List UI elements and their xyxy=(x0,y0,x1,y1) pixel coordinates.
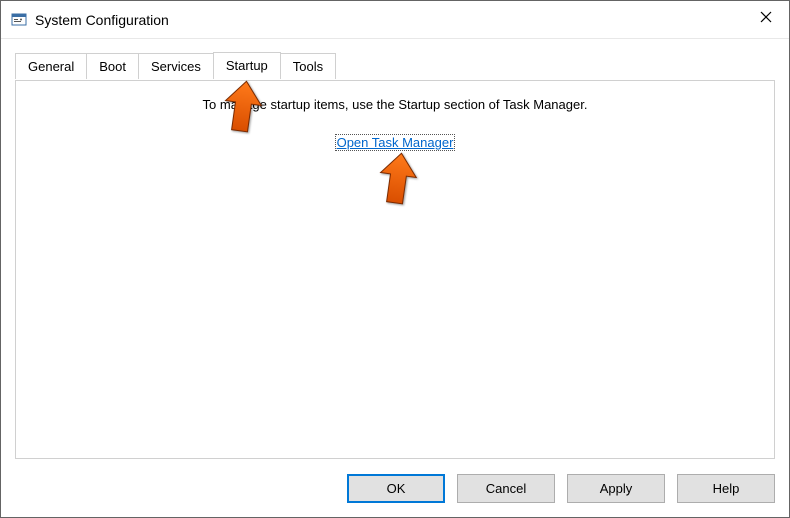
help-button[interactable]: Help xyxy=(677,474,775,503)
cancel-button-label: Cancel xyxy=(486,481,526,496)
dialog-button-row: OK Cancel Apply Help xyxy=(347,474,775,503)
tab-boot[interactable]: Boot xyxy=(86,53,139,79)
client-area: General Boot Services Startup Tools To m… xyxy=(15,53,775,459)
open-task-manager-link[interactable]: Open Task Manager xyxy=(335,134,456,151)
startup-panel-content: To manage startup items, use the Startup… xyxy=(16,97,774,151)
tab-services-label: Services xyxy=(151,59,201,74)
startup-instruction: To manage startup items, use the Startup… xyxy=(16,97,774,112)
apply-button[interactable]: Apply xyxy=(567,474,665,503)
tab-general-label: General xyxy=(28,59,74,74)
titlebar: System Configuration xyxy=(1,1,789,39)
ok-button-label: OK xyxy=(387,481,406,496)
tab-services[interactable]: Services xyxy=(138,53,214,79)
tab-panel-startup: To manage startup items, use the Startup… xyxy=(15,80,775,459)
help-button-label: Help xyxy=(713,481,740,496)
app-icon xyxy=(11,12,27,28)
tab-tools[interactable]: Tools xyxy=(280,53,336,79)
tab-startup-label: Startup xyxy=(226,58,268,73)
tab-boot-label: Boot xyxy=(99,59,126,74)
tab-general[interactable]: General xyxy=(15,53,87,79)
close-button[interactable] xyxy=(743,1,789,33)
cancel-button[interactable]: Cancel xyxy=(457,474,555,503)
tab-startup[interactable]: Startup xyxy=(213,52,281,79)
apply-button-label: Apply xyxy=(600,481,633,496)
ok-button[interactable]: OK xyxy=(347,474,445,503)
system-configuration-window: System Configuration PCrisk .com General… xyxy=(0,0,790,518)
tab-tools-label: Tools xyxy=(293,59,323,74)
window-title: System Configuration xyxy=(35,12,169,28)
tab-strip: General Boot Services Startup Tools xyxy=(15,53,775,79)
